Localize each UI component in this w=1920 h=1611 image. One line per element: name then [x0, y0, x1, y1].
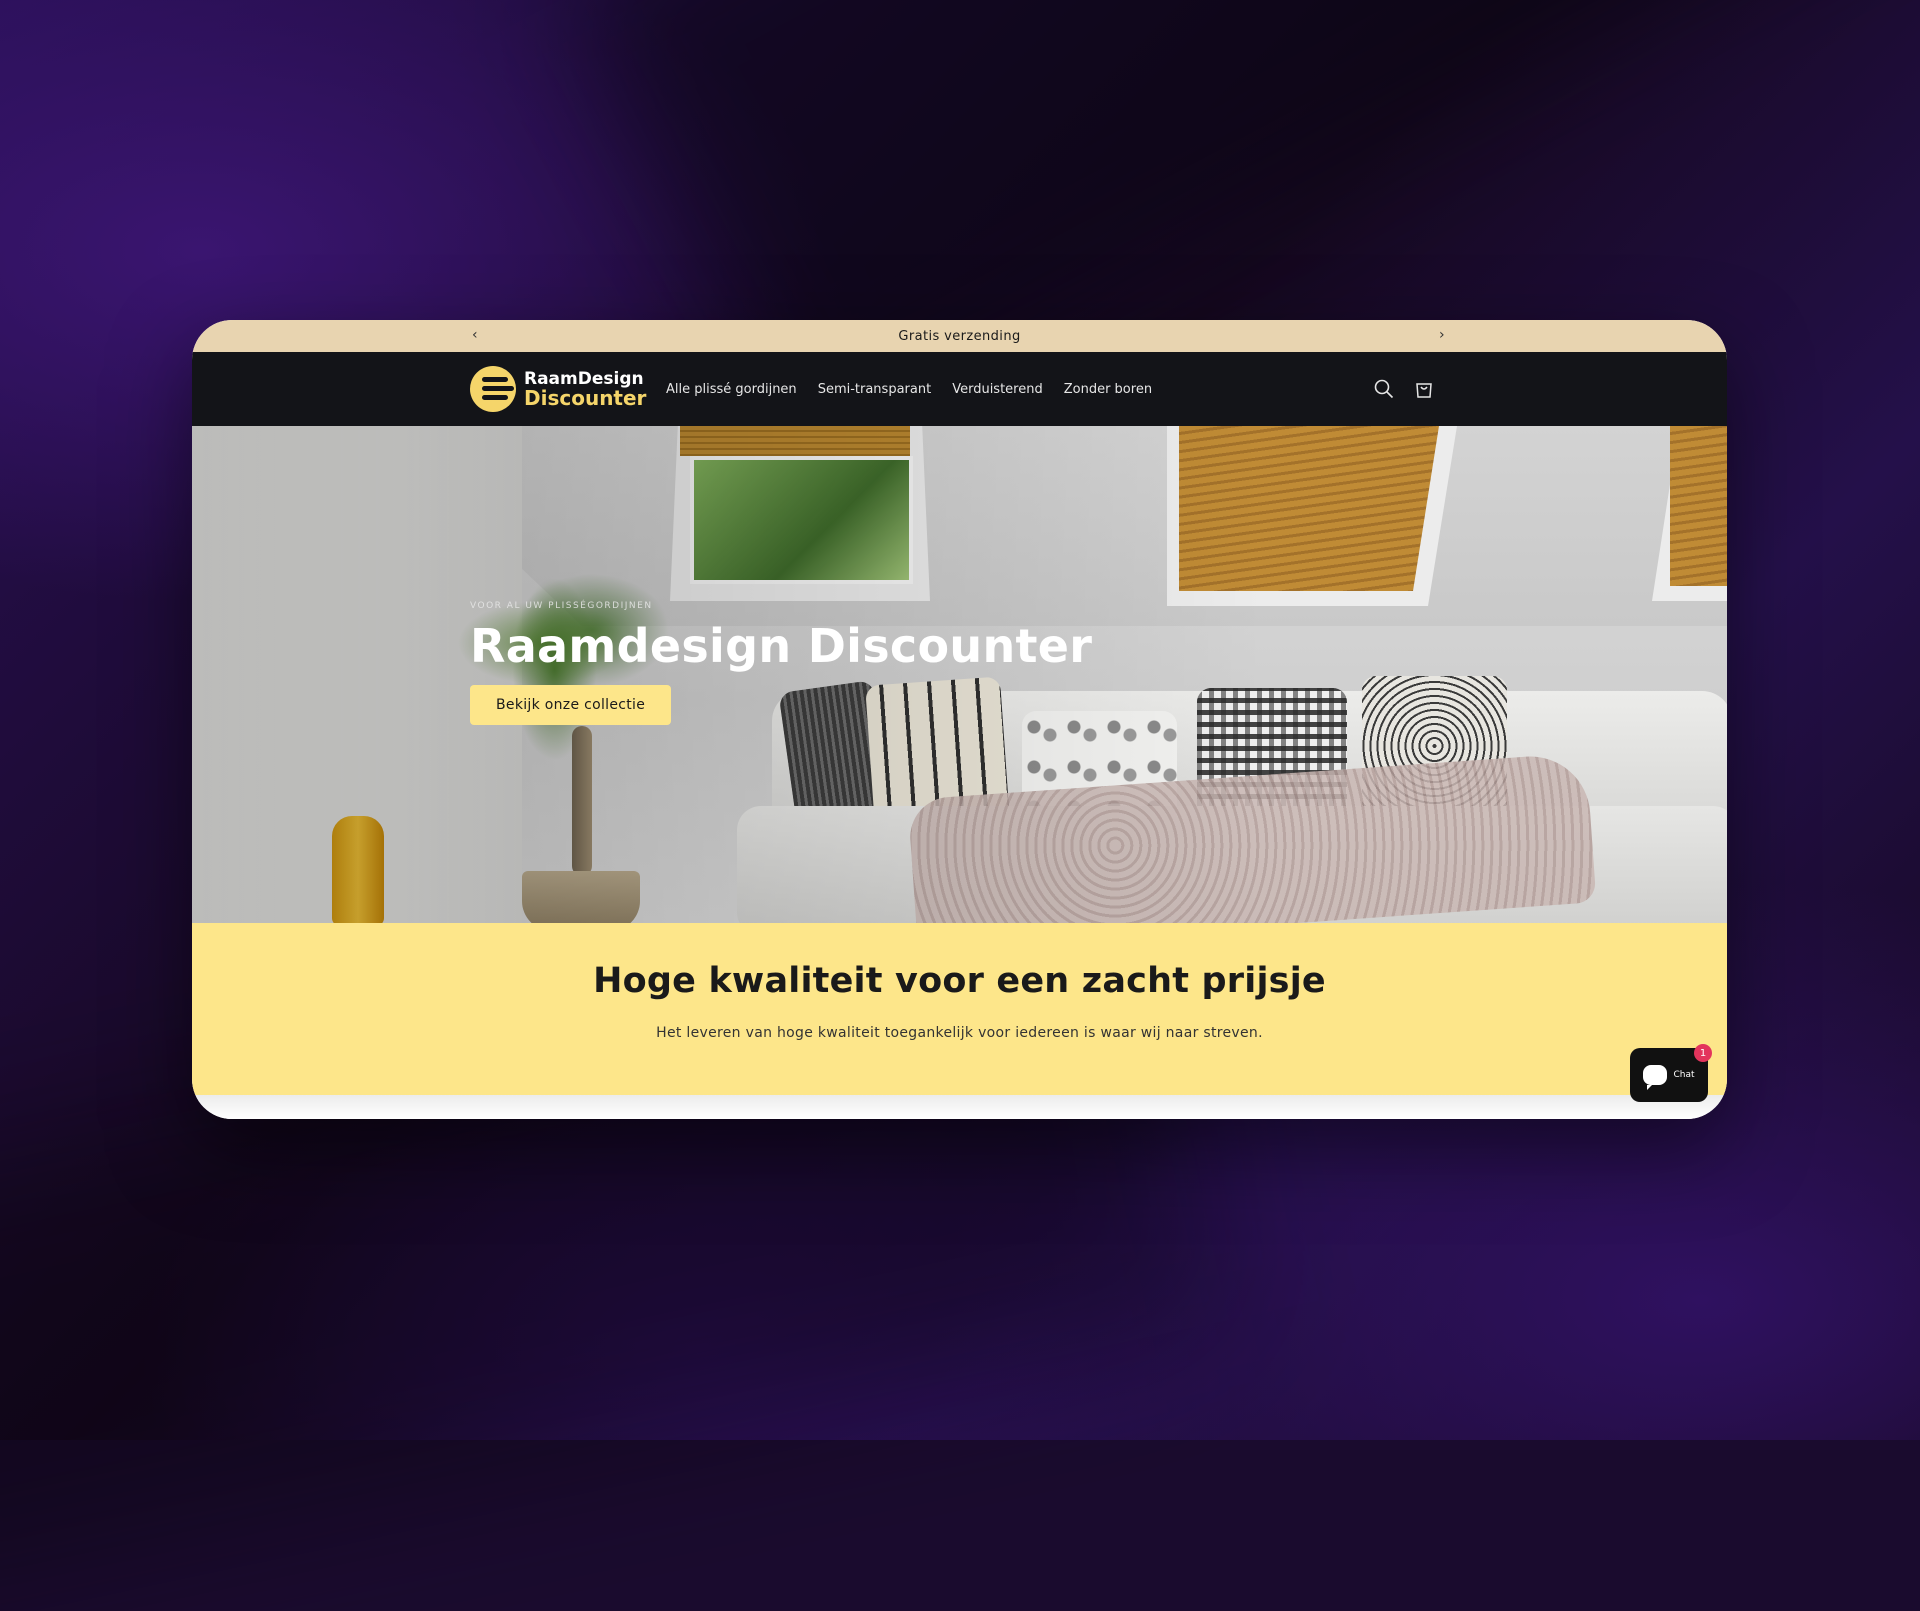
nav-item-zonder-boren[interactable]: Zonder boren [1064, 382, 1152, 397]
cart-icon[interactable] [1413, 378, 1435, 400]
next-section-edge [192, 1095, 1727, 1119]
announcement-bar: ‹ Gratis verzending › [192, 320, 1727, 352]
chevron-right-icon[interactable]: › [1439, 327, 1445, 343]
logo[interactable]: RaamDesign Discounter [470, 366, 646, 412]
quality-heading: Hoge kwaliteit voor een zacht prijsje [593, 961, 1326, 1001]
chat-badge: 1 [1694, 1044, 1712, 1062]
chevron-left-icon[interactable]: ‹ [472, 327, 478, 343]
hero-content: VOOR AL UW PLISSÉGORDIJNEN Raamdesign Di… [470, 601, 1092, 725]
hero-eyebrow: VOOR AL UW PLISSÉGORDIJNEN [470, 601, 653, 611]
search-icon[interactable] [1373, 378, 1395, 400]
quality-section: Hoge kwaliteit voor een zacht prijsje He… [192, 923, 1727, 1095]
chat-bubble-icon [1643, 1065, 1668, 1090]
hero-banner: VOOR AL UW PLISSÉGORDIJNEN Raamdesign Di… [192, 426, 1727, 923]
nav-item-verduisterend[interactable]: Verduisterend [952, 382, 1043, 397]
announcement-text: Gratis verzending [898, 328, 1021, 344]
nav-item-alle-plisse[interactable]: Alle plissé gordijnen [666, 382, 797, 397]
website-mockup: ‹ Gratis verzending › RaamDesign Discoun… [192, 320, 1727, 1119]
main-nav: Alle plissé gordijnen Semi-transparant V… [666, 352, 1173, 426]
hero-title: Raamdesign Discounter [470, 619, 1093, 673]
nav-item-semi-transparant[interactable]: Semi-transparant [818, 382, 932, 397]
view-collection-button[interactable]: Bekijk onze collectie [470, 685, 672, 725]
chat-label: Chat [1673, 1070, 1695, 1080]
header: RaamDesign Discounter Alle plissé gordij… [192, 352, 1727, 426]
logo-mark-icon [470, 366, 516, 412]
logo-line2: Discounter [524, 386, 647, 410]
quality-text: Het leveren van hoge kwaliteit toegankel… [656, 1025, 1263, 1041]
chat-button[interactable]: Chat 1 [1630, 1044, 1712, 1102]
